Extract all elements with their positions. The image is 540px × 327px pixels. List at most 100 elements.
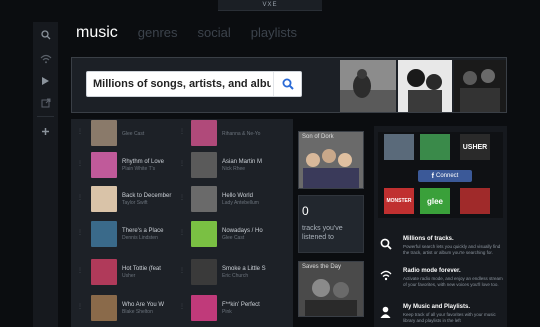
album-art <box>460 188 490 214</box>
song-title: Hot Tottie (feat <box>122 265 161 272</box>
search-icon <box>380 238 392 250</box>
tab-playlists[interactable]: playlists <box>251 25 297 40</box>
album-art <box>191 221 217 247</box>
album-art <box>91 120 117 146</box>
search-icon <box>282 78 294 90</box>
album-art <box>91 186 117 212</box>
album-art <box>299 132 363 188</box>
drag-handle-icon[interactable]: ⋮ <box>77 267 83 274</box>
list-item[interactable]: Glee Cast <box>91 120 144 146</box>
rail-divider <box>37 116 54 117</box>
search-button[interactable] <box>273 72 301 96</box>
list-item[interactable]: Nowadays / Ho Glee Cast <box>191 221 263 247</box>
song-title: Asian Martin M <box>222 158 263 165</box>
album-art <box>384 134 414 160</box>
song-artist: Glee Cast <box>222 234 245 241</box>
song-artist: Glee Cast <box>122 130 145 137</box>
play-icon[interactable] <box>33 70 58 92</box>
artist-photo <box>454 60 506 112</box>
drag-handle-icon[interactable]: ⋮ <box>77 160 83 167</box>
featured-album[interactable]: Son of Dork <box>298 131 364 189</box>
feature-title: My Music and Playlists. <box>403 304 471 310</box>
feature-item: My Music and Playlists. Keep track of al… <box>374 302 507 327</box>
list-item[interactable]: Rihanna & Ne-Yo <box>191 120 260 146</box>
album-art <box>191 120 217 146</box>
drag-handle-icon[interactable]: ⋮ <box>77 303 83 310</box>
list-item[interactable]: Who Are You W Blake Shelton <box>91 295 164 321</box>
listen-count-label: tracks you've listened to <box>302 225 343 241</box>
song-artist: Plain White T's <box>122 165 156 172</box>
song-list: ⋮ Glee Cast ⋮ Rihanna & Ne-Yo ⋮ Rhythm o… <box>71 119 293 327</box>
list-item[interactable]: There's a Place Dennis Lindsten <box>91 221 164 247</box>
search-input[interactable] <box>93 72 271 96</box>
tab-social[interactable]: social <box>198 25 231 40</box>
song-title: There's a Place <box>122 227 164 234</box>
song-title: Smoke a Little S <box>222 265 266 272</box>
drag-handle-icon[interactable]: ⋮ <box>77 128 83 135</box>
main-nav: music genres social playlists <box>76 24 297 42</box>
list-item[interactable]: F**kin' Perfect Pink <box>191 295 260 321</box>
feature-description: Activate radio mode, and enjoy an endles… <box>403 276 503 287</box>
song-artist: Lady Antebellum <box>222 199 259 206</box>
drag-handle-icon[interactable]: ⋮ <box>179 267 185 274</box>
album-art <box>299 262 363 316</box>
drag-handle-icon[interactable]: ⋮ <box>179 229 185 236</box>
album-collage: USHER MONSTER glee f Connect <box>378 132 503 218</box>
drag-handle-icon[interactable]: ⋮ <box>179 160 185 167</box>
song-artist: Taylor Swift <box>122 199 148 206</box>
album-art: USHER <box>460 134 490 160</box>
tab-genres[interactable]: genres <box>138 25 178 40</box>
search-icon[interactable] <box>33 24 58 46</box>
side-rail <box>33 22 58 327</box>
user-icon <box>380 306 391 318</box>
album-caption: Son of Dork <box>302 134 334 140</box>
table-row: ⋮ Who Are You W Blake Shelton ⋮ F**kin' P… <box>71 293 293 324</box>
album-art <box>91 259 117 285</box>
song-title: Who Are You W <box>122 301 165 308</box>
drag-handle-icon[interactable]: ⋮ <box>77 229 83 236</box>
search-box <box>86 71 302 97</box>
facebook-icon: f <box>431 172 434 180</box>
table-row: ⋮ Back to December Taylor Swift ⋮ Hello W… <box>71 184 293 215</box>
feature-title: Radio mode forever. <box>403 268 461 274</box>
table-row: ⋮ Glee Cast ⋮ Rihanna & Ne-Yo <box>71 120 293 151</box>
song-title: Back to December <box>122 192 172 199</box>
album-art: MONSTER <box>384 188 414 214</box>
song-title: Nowadays / Ho <box>222 227 263 234</box>
connect-label: Connect <box>435 173 459 179</box>
album-art <box>91 221 117 247</box>
facebook-connect-button[interactable]: f Connect <box>418 170 472 182</box>
list-item[interactable]: Asian Martin M Nick Rhee <box>191 152 262 178</box>
album-caption: Saves the Day <box>302 264 342 270</box>
album-art <box>91 295 117 321</box>
add-icon[interactable] <box>33 120 58 142</box>
list-item[interactable]: Back to December Taylor Swift <box>91 186 171 212</box>
feature-item: Radio mode forever. Activate radio mode,… <box>374 266 507 304</box>
featured-album[interactable]: Saves the Day <box>298 261 364 317</box>
song-artist: Blake Shelton <box>122 308 153 315</box>
feature-description: Powerful search lets you quickly and vis… <box>403 244 501 255</box>
album-art: glee <box>420 188 450 214</box>
app-logo: VXE <box>218 0 322 11</box>
wifi-icon[interactable] <box>33 48 58 70</box>
list-item[interactable]: Hot Tottie (feat Usher <box>91 259 161 285</box>
list-item[interactable]: Rhythm of Love Plain White T's <box>91 152 164 178</box>
feature-description: Keep track of all your favorites with yo… <box>403 312 496 323</box>
listen-count: 0 <box>302 204 309 218</box>
drag-handle-icon[interactable]: ⋮ <box>77 194 83 201</box>
drag-handle-icon[interactable]: ⋮ <box>179 128 185 135</box>
album-art <box>191 152 217 178</box>
table-row: ⋮ There's a Place Dennis Lindsten ⋮ Nowad… <box>71 219 293 250</box>
album-art <box>191 295 217 321</box>
artist-photo <box>340 60 396 112</box>
album-art <box>91 152 117 178</box>
list-item[interactable]: Hello World Lady Antebellum <box>191 186 259 212</box>
feature-title: Millions of tracks. <box>403 236 454 242</box>
drag-handle-icon[interactable]: ⋮ <box>179 194 185 201</box>
album-art <box>191 259 217 285</box>
drag-handle-icon[interactable]: ⋮ <box>179 303 185 310</box>
list-item[interactable]: Smoke a Little S Eric Church <box>191 259 266 285</box>
song-artist: Nick Rhee <box>222 165 246 172</box>
share-icon[interactable] <box>33 92 58 114</box>
tab-music[interactable]: music <box>76 24 118 42</box>
